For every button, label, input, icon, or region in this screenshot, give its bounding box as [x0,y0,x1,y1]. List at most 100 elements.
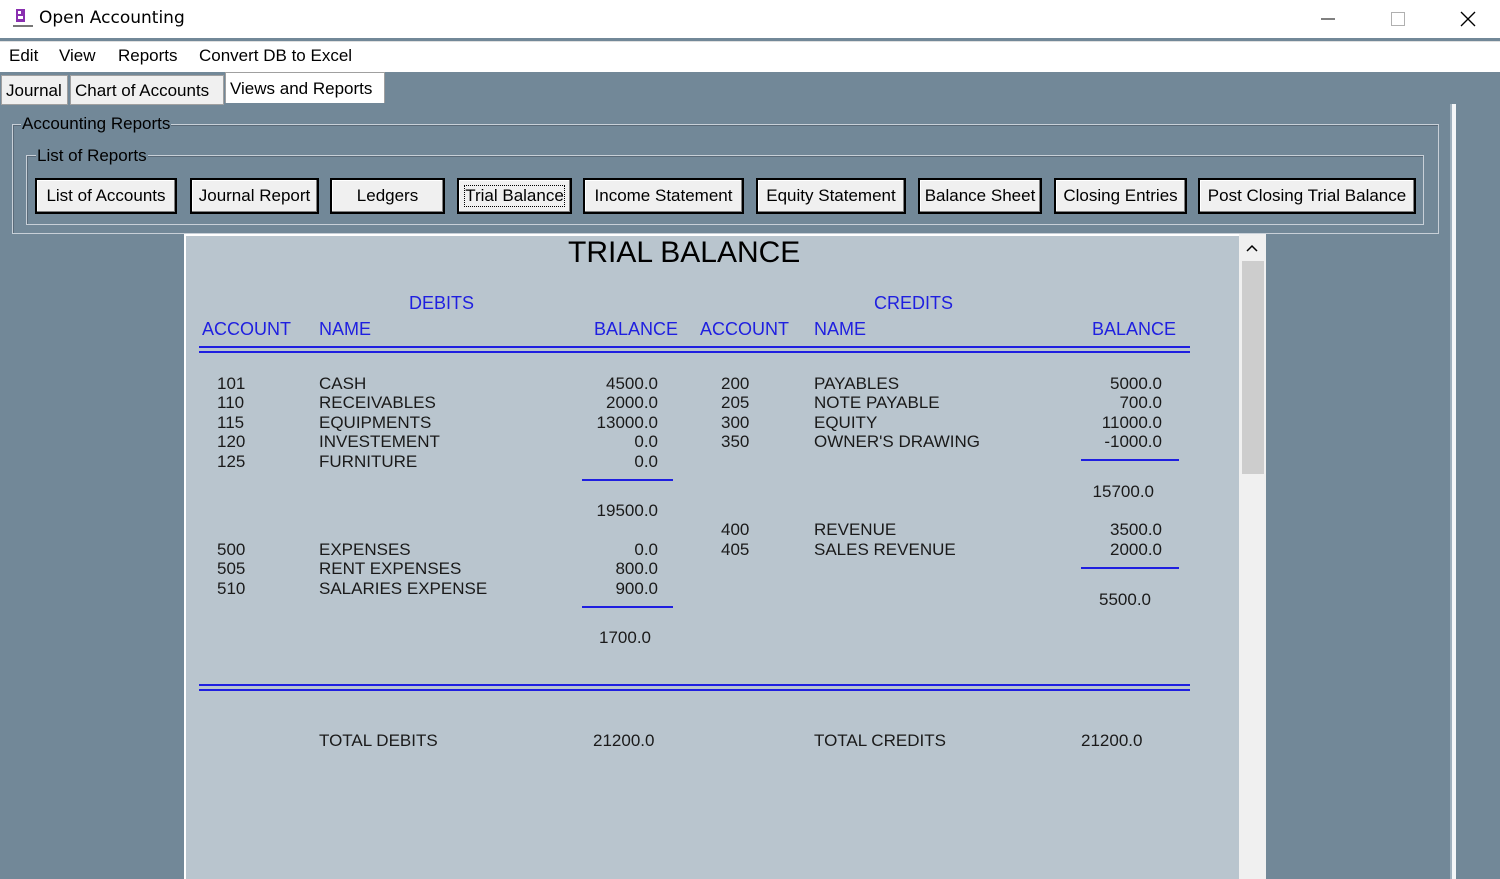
totals-rule-bottom [199,689,1190,691]
trial-balance-button[interactable]: Trial Balance [457,178,572,214]
debit-name-salaries-expense: SALARIES EXPENSE [319,579,488,598]
maximize-icon [1391,12,1405,26]
list-of-accounts-button[interactable]: List of Accounts [35,178,177,214]
accounting-reports-legend: Accounting Reports [21,114,172,134]
debit-subtotal-rule-2 [582,606,673,608]
report-title: TRIAL BALANCE [568,236,801,269]
credit-account-200: 200 [721,374,750,393]
credit-name-owners-drawing: OWNER'S DRAWING [814,432,980,451]
total-credits-label: TOTAL CREDITS [814,731,946,750]
header-rule-bottom [199,351,1190,353]
credit-balance-owners-drawing: -1000.0 [1104,432,1162,451]
panel-edge-highlight [1452,104,1456,879]
credit-balance-sales-revenue: 2000.0 [1110,540,1162,559]
credit-account-300: 300 [721,413,750,432]
debit-name-receivables: RECEIVABLES [319,393,436,412]
trial-balance-label: Trial Balance [464,185,565,207]
debit-account-101: 101 [217,374,246,393]
menu-convert-db[interactable]: Convert DB to Excel [199,46,352,66]
minimize-button[interactable] [1305,0,1351,38]
credit-name-payables: PAYABLES [814,374,900,393]
menu-bar: Edit View Reports Convert DB to Excel [0,41,1500,72]
title-bar: Open Accounting [0,0,1500,38]
credit-name-equity: EQUITY [814,413,878,432]
debit-balance-cash: 4500.0 [606,374,658,393]
credits-heading: CREDITS [874,293,954,313]
close-icon [1460,11,1476,27]
debit-balance-salaries-expense: 900.0 [615,579,658,598]
ledgers-label: Ledgers [356,186,419,205]
debit-account-header: ACCOUNT [202,319,291,339]
debit-balance-header: BALANCE [594,319,679,339]
debit-name-rent-expenses: RENT EXPENSES [319,559,462,578]
scroll-thumb[interactable] [1242,261,1264,474]
balance-sheet-label: Balance Sheet [924,186,1036,205]
debit-balance-furniture: 0.0 [634,452,658,471]
debit-balance-investement: 0.0 [634,432,658,451]
debit-subtotal-rule-1 [582,479,673,481]
post-closing-trial-balance-button[interactable]: Post Closing Trial Balance [1198,178,1416,214]
income-statement-button[interactable]: Income Statement [583,178,744,214]
debit-account-115: 115 [217,413,245,432]
credit-balance-header: BALANCE [1092,319,1177,339]
debit-subtotal-1: 19500.0 [596,501,658,520]
debit-balance-equipments: 13000.0 [596,413,658,432]
credit-subtotal-rule-2 [1081,567,1179,569]
scroll-up-arrow-icon[interactable] [1245,240,1259,254]
header-rule-top [199,346,1190,348]
equity-statement-button[interactable]: Equity Statement [756,178,906,214]
app-icon [12,8,34,30]
tab-chart-of-accounts[interactable]: Chart of Accounts [70,75,224,105]
debit-account-125: 125 [217,452,246,471]
ledgers-button[interactable]: Ledgers [330,178,445,214]
tab-journal[interactable]: Journal [1,75,68,105]
menu-view[interactable]: View [59,46,96,66]
debit-account-120: 120 [217,432,246,451]
debit-balance-rent-expenses: 800.0 [615,559,658,578]
debit-account-110: 110 [217,393,245,412]
minimize-icon [1321,18,1335,20]
journal-report-button[interactable]: Journal Report [190,178,319,214]
balance-sheet-button[interactable]: Balance Sheet [918,178,1042,214]
credit-balance-equity: 11000.0 [1101,413,1162,432]
maximize-button[interactable] [1375,0,1421,38]
credit-account-405: 405 [721,540,750,559]
debit-name-expenses: EXPENSES [319,540,411,559]
menu-reports[interactable]: Reports [118,46,178,66]
debits-heading: DEBITS [409,293,475,313]
debit-name-furniture: FURNITURE [319,452,418,471]
credit-subtotal-rule-1 [1081,459,1179,461]
post-closing-trial-balance-label: Post Closing Trial Balance [1207,186,1407,205]
credit-account-205: 205 [721,393,750,412]
credit-subtotal-1: 15700.0 [1092,482,1154,501]
debit-account-505: 505 [217,559,246,578]
journal-report-label: Journal Report [198,186,311,205]
tab-views-and-reports[interactable]: Views and Reports [225,72,385,103]
close-button[interactable] [1445,0,1491,38]
credit-account-header: ACCOUNT [700,319,789,339]
credit-name-sales-revenue: SALES REVENUE [814,540,956,559]
menu-edit[interactable]: Edit [9,46,38,66]
total-debits-value: 21200.0 [593,731,655,750]
equity-statement-label: Equity Statement [766,186,896,205]
debit-account-500: 500 [217,540,246,559]
totals-rule-top [199,684,1190,686]
closing-entries-button[interactable]: Closing Entries [1054,178,1187,214]
debit-name-cash: CASH [319,374,367,393]
list-of-reports-legend: List of Reports [36,146,148,166]
credit-name-note-payable: NOTE PAYABLE [814,393,940,412]
list-of-accounts-label: List of Accounts [46,186,166,205]
credit-name-header: NAME [814,319,867,339]
total-debits-label: TOTAL DEBITS [319,731,438,750]
debit-subtotal-2: 1700.0 [599,628,651,647]
debit-balance-receivables: 2000.0 [606,393,658,412]
window-title: Open Accounting [39,8,185,28]
credit-account-400: 400 [721,520,750,539]
credit-balance-note-payable: 700.0 [1119,393,1162,412]
debit-name-investement: INVESTEMENT [319,432,440,451]
debit-name-equipments: EQUIPMENTS [319,413,432,432]
credit-subtotal-2: 5500.0 [1099,590,1151,609]
debit-balance-expenses: 0.0 [634,540,658,559]
debit-account-510: 510 [217,579,246,598]
trial-balance-report: TRIAL BALANCE DEBITS CREDITS ACCOUNT NAM… [184,234,1239,879]
